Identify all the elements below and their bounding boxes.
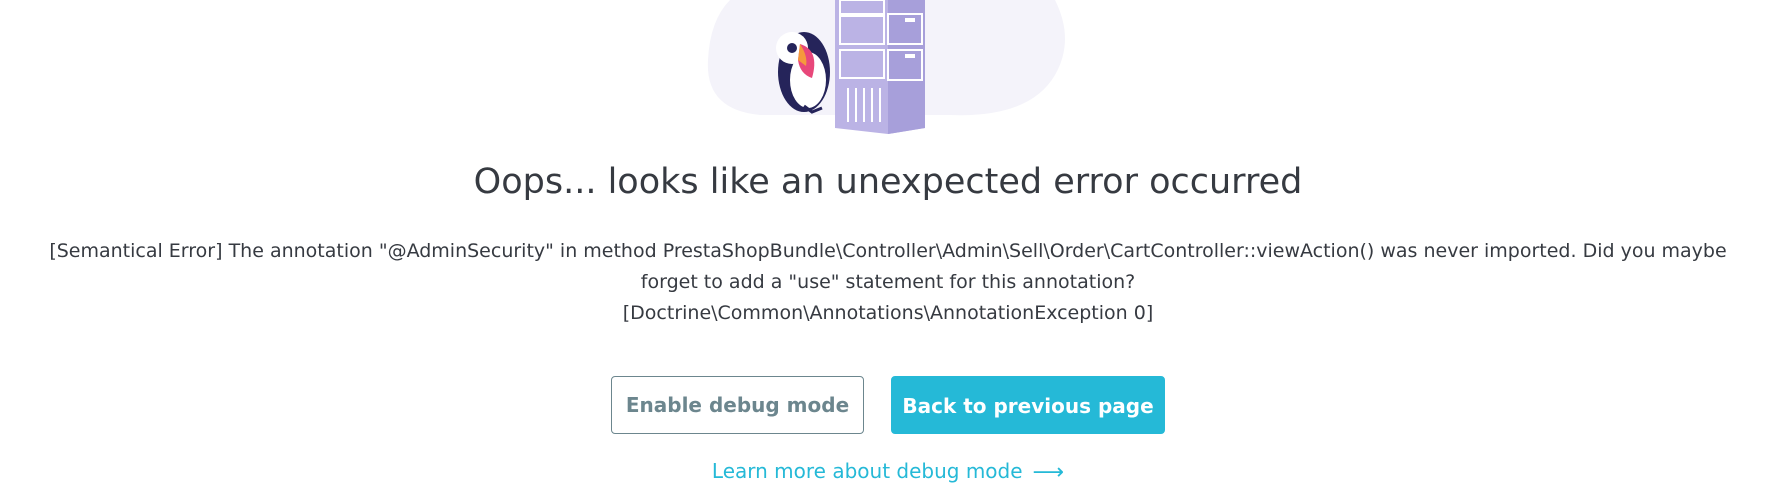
learn-more-label: Learn more about debug mode	[711, 459, 1023, 483]
learn-more-container: Learn more about debug mode ⟶	[0, 457, 1776, 487]
enable-debug-mode-button[interactable]: Enable debug mode	[611, 376, 864, 434]
page-title: Oops... looks like an unexpected error o…	[473, 162, 1303, 202]
error-page: Oops... looks like an unexpected error o…	[0, 0, 1776, 504]
error-message-line: [Doctrine\Common\Annotations\AnnotationE…	[622, 302, 1154, 324]
error-message-line: forget to add a "use" statement for this…	[640, 271, 1136, 293]
learn-more-debug-link[interactable]: Learn more about debug mode ⟶	[711, 459, 1064, 485]
arrow-right-icon: ⟶	[1032, 460, 1065, 485]
puffin-with-server-icon	[707, 0, 1065, 134]
error-message-line: [Semantical Error] The annotation "@Admi…	[49, 240, 1727, 262]
back-to-previous-page-button[interactable]: Back to previous page	[891, 376, 1165, 434]
action-buttons: Enable debug mode Back to previous page	[0, 376, 1776, 434]
error-message: [Semantical Error] The annotation "@Admi…	[20, 236, 1756, 329]
